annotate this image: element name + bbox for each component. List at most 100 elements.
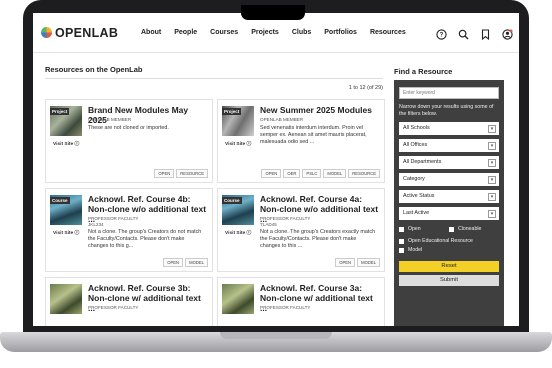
checkbox-box: [449, 226, 454, 232]
cloneable-checkbox[interactable]: Cloneable: [449, 226, 499, 232]
logo-text: OPENLAB: [55, 25, 119, 40]
card-tags: OPEN OER PSLC MODEL RESOURCE: [261, 169, 380, 178]
nav-link-projects[interactable]: Projects: [251, 29, 279, 36]
schools-select[interactable]: All Schools ▾: [399, 122, 499, 135]
laptop-frame: OPENLAB About People Courses Projects Cl…: [0, 0, 552, 368]
sidebar-title: Find a Resource: [394, 67, 453, 76]
screen: OPENLAB About People Courses Projects Cl…: [33, 13, 519, 326]
card-meta: PROFESSOR FACULTY: [260, 216, 311, 221]
user-icon[interactable]: [502, 27, 513, 40]
tag-pill[interactable]: OPEN: [335, 258, 356, 267]
camera-notch: [241, 5, 305, 20]
tag-pill[interactable]: MODEL: [323, 169, 347, 178]
card-meta: PROFESSOR FACULTY: [88, 216, 139, 221]
resources-content: Resources on the OpenLab 1 to 12 (of 29)…: [45, 65, 385, 326]
section-title: Resources on the OpenLab: [45, 65, 383, 79]
card-thumbnail[interactable]: [50, 284, 82, 314]
visit-site-link[interactable]: Visit Site ⓘ: [225, 229, 251, 236]
nav-link-portfolios[interactable]: Portfolios: [324, 29, 357, 36]
checkbox-label: Cloneable: [458, 226, 482, 232]
card-title[interactable]: Brand New Modules May 2025: [88, 105, 208, 125]
card-meta-code: TLAD45: [260, 222, 277, 227]
resource-card[interactable]: Course Visit Site ⓘ Acknowl. Ref. Course…: [45, 188, 213, 272]
departments-select[interactable]: All Departments ▾: [399, 156, 499, 169]
card-tags: OPEN RESOURCE: [154, 169, 208, 178]
svg-text:?: ?: [440, 33, 444, 39]
select-value: All Departments: [403, 159, 442, 165]
checkbox-row: Model: [399, 247, 499, 253]
card-type-badge: Project: [222, 108, 242, 115]
reset-button[interactable]: Reset: [399, 261, 499, 272]
checkbox-label: Open Educational Resource: [408, 238, 473, 244]
chevron-down-icon: ▾: [488, 192, 496, 201]
card-tags: OPEN MODEL: [335, 258, 380, 267]
search-icon[interactable]: [458, 27, 469, 40]
open-checkbox[interactable]: Open: [399, 226, 449, 232]
submit-button[interactable]: Submit: [399, 275, 499, 286]
card-description: Not a clone. The group's Creators do not…: [88, 229, 202, 249]
bookmark-icon[interactable]: [480, 27, 491, 41]
tag-pill[interactable]: RESOURCE: [348, 169, 380, 178]
base-groove: [220, 332, 332, 339]
select-value: All Schools: [403, 125, 430, 131]
filter-panel: Enter keyword Narrow down your results u…: [394, 80, 504, 326]
oer-checkbox[interactable]: Open Educational Resource: [399, 238, 499, 244]
card-description: Sed venenatis interdum interdum. Proin v…: [260, 125, 367, 145]
laptop-base: [0, 332, 552, 352]
card-title[interactable]: New Summer 2025 Modules: [260, 105, 380, 115]
card-thumbnail[interactable]: Project: [50, 106, 82, 136]
keyword-input[interactable]: Enter keyword: [399, 87, 499, 99]
checkbox-label: Model: [408, 247, 423, 253]
card-description: Not a clone. The group's Creators exactl…: [260, 229, 376, 249]
card-thumbnail[interactable]: Course: [50, 195, 82, 225]
card-thumbnail[interactable]: Course: [222, 195, 254, 225]
chevron-down-icon: ▾: [488, 158, 496, 167]
chevron-down-icon: ▾: [488, 209, 496, 218]
resource-card[interactable]: Project Visit Site ⓘ Brand New Modules M…: [45, 99, 213, 183]
card-type-badge: Project: [50, 108, 70, 115]
visit-site-link[interactable]: Visit Site ⓘ: [53, 140, 79, 147]
result-count: 1 to 12 (of 29): [348, 85, 383, 91]
logo[interactable]: OPENLAB: [41, 26, 121, 40]
visit-site-link[interactable]: Visit Site ⓘ: [53, 229, 79, 236]
active-status-select[interactable]: Active Status ▾: [399, 190, 499, 203]
resource-card[interactable]: Project Visit Site ⓘ New Summer 2025 Mod…: [217, 99, 385, 183]
logo-mark-icon: [41, 27, 52, 38]
model-checkbox[interactable]: Model: [399, 247, 449, 253]
nav-link-people[interactable]: People: [174, 29, 197, 36]
chevron-down-icon: ▾: [488, 141, 496, 150]
card-meta: OPENLAB MEMBER: [260, 117, 304, 122]
card-type-badge: Course: [222, 197, 242, 204]
card-thumbnail[interactable]: Project: [222, 106, 254, 136]
tag-pill[interactable]: OER: [283, 169, 301, 178]
nav-link-about[interactable]: About: [141, 29, 161, 36]
checkbox-row: Open Cloneable: [399, 226, 499, 232]
help-icon[interactable]: ?: [436, 27, 447, 40]
tag-pill[interactable]: MODEL: [357, 258, 380, 267]
nav-icons: ?: [436, 27, 513, 41]
resource-grid: Project Visit Site ⓘ Brand New Modules M…: [45, 99, 385, 326]
tag-pill[interactable]: OPEN: [261, 169, 282, 178]
card-thumbnail[interactable]: [222, 284, 254, 314]
tag-pill[interactable]: OPEN: [154, 169, 175, 178]
resource-card[interactable]: Course Visit Site ⓘ Acknowl. Ref. Course…: [217, 188, 385, 272]
resource-card[interactable]: Acknowl. Ref. Course 3b: Non-clone w/ ad…: [45, 277, 213, 326]
card-meta: PROFESSOR FACULTY: [88, 305, 139, 310]
nav-link-courses[interactable]: Courses: [210, 29, 238, 36]
card-meta-code: JKL234: [88, 222, 104, 227]
checkbox-box: [399, 238, 404, 244]
tag-pill[interactable]: PSLC: [302, 169, 322, 178]
chevron-down-icon: ▾: [488, 175, 496, 184]
nav-link-clubs[interactable]: Clubs: [292, 29, 311, 36]
visit-site-link[interactable]: Visit Site ⓘ: [225, 140, 251, 147]
category-select[interactable]: Category ▾: [399, 173, 499, 186]
resource-card[interactable]: Acknowl. Ref. Course 3a: Non-clone w/ ad…: [217, 277, 385, 326]
tag-pill[interactable]: RESOURCE: [176, 169, 208, 178]
tag-pill[interactable]: MODEL: [185, 258, 208, 267]
select-value: All Offices: [403, 142, 428, 148]
offices-select[interactable]: All Offices ▾: [399, 139, 499, 152]
last-active-select[interactable]: Last Active ▾: [399, 207, 499, 220]
tag-pill[interactable]: OPEN: [163, 258, 184, 267]
nav-link-resources[interactable]: Resources: [370, 29, 406, 36]
find-resource-sidebar: Find a Resource Enter keyword Narrow dow…: [394, 67, 504, 326]
